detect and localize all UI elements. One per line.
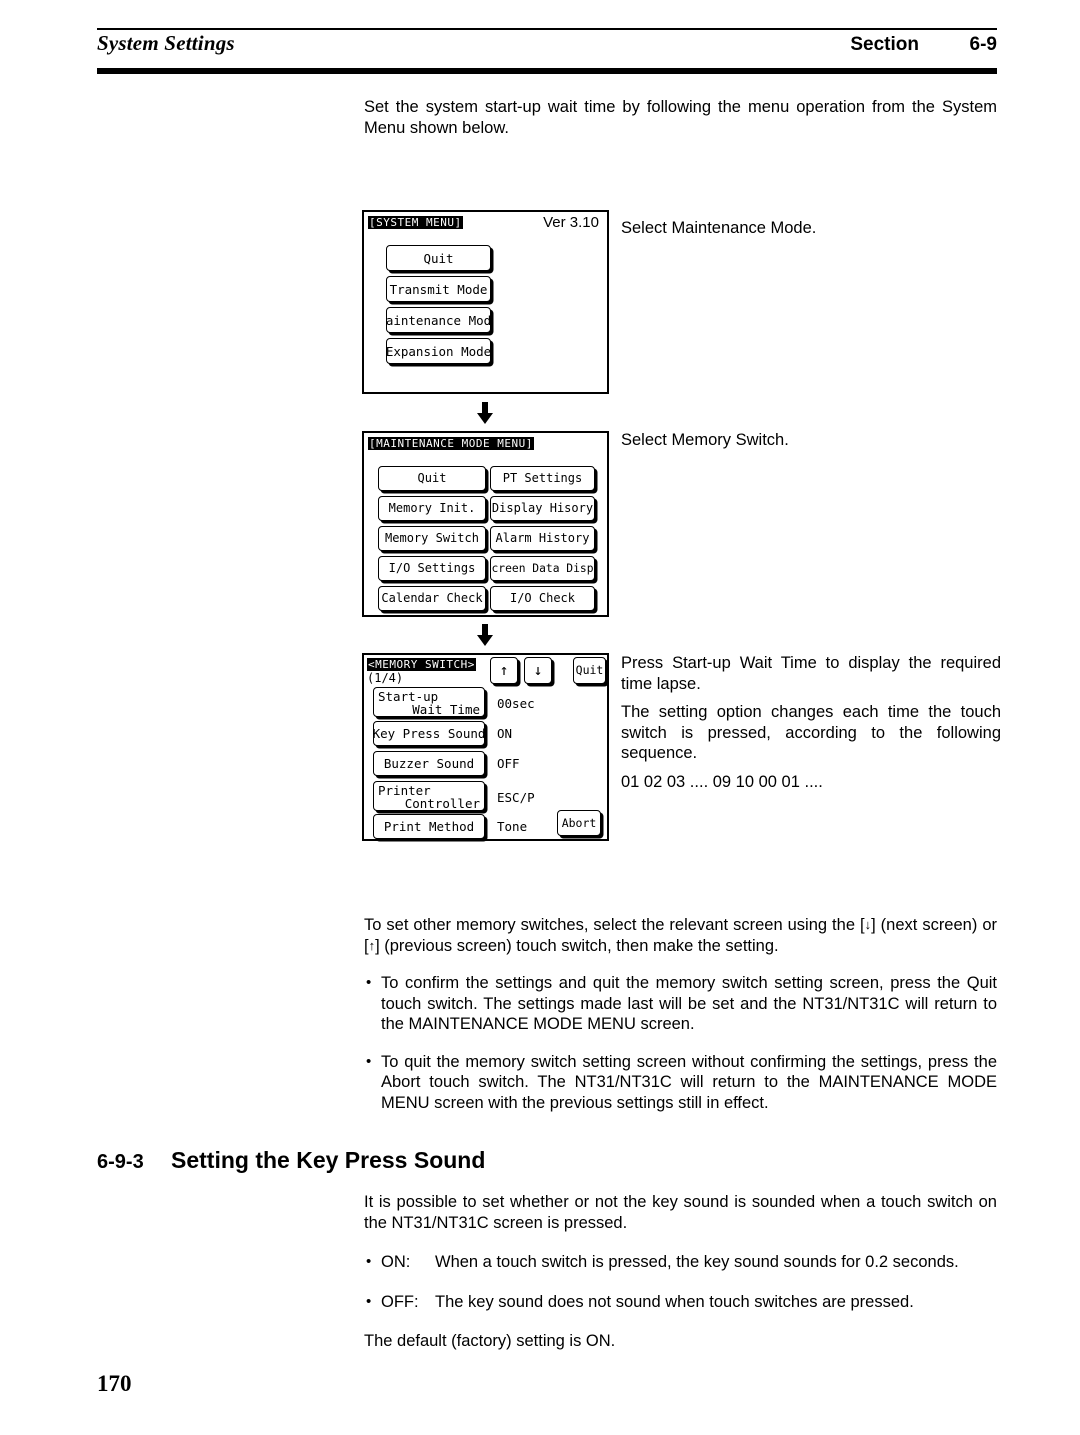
touch-button-expansion-mode[interactable]: Expansion Mode [386,338,491,364]
touch-button-label: Memory Init. [388,501,476,515]
section-heading-number: 6-9-3 [97,1151,144,1173]
touch-button-page-up[interactable]: ↑ [490,657,518,684]
touch-button-transmit-mode[interactable]: Transmit Mode [386,276,491,302]
lcd-screen-system-menu: [SYSTEM MENU] Ver 3.10 Quit Transmit Mod… [362,210,609,394]
definition-key: ON: [381,1253,411,1271]
definition-item-on: ON: When a touch switch is pressed, the … [364,1252,997,1273]
memory-switch-value-key-press-sound: ON [497,726,513,741]
memory-switch-value-print-method: Tone [497,819,528,834]
arrow-up-icon: ↑ [499,661,509,679]
touch-button-pt-settings[interactable]: PT Settings [490,466,595,491]
intro-paragraph: Set the system start-up wait time by fol… [364,98,997,137]
lcd-screen-maintenance-menu: [MAINTENANCE MODE MENU] Quit Memory Init… [362,431,609,617]
memory-switch-value-printer-controller: ESC/P [497,790,535,805]
touch-button-io-check[interactable]: I/O Check [490,586,595,611]
section-heading-title: Setting the Key Press Sound [171,1147,486,1173]
notes-paragraph-part-a: To set other memory switches, select the… [364,916,865,934]
touch-button-page-down[interactable]: ↓ [524,657,552,684]
touch-button-label: Screen Data Disp. [490,562,595,575]
page-number: 170 [97,1371,132,1396]
touch-button-start-up-wait-time[interactable]: Start-up Wait Time [373,687,485,717]
touch-button-label: Abort [561,815,597,830]
touch-button-quit[interactable]: Quit [573,657,606,684]
definition-item-off: OFF: The key sound does not sound when t… [364,1292,997,1313]
touch-button-key-press-sound[interactable]: Key Press Sound [373,721,485,746]
running-header: System Settings Section 6-9 [97,28,997,74]
touch-button-label: I/O Settings [388,561,476,575]
touch-button-printer-controller[interactable]: Printer Controller [373,781,485,811]
header-section-label: Section [850,34,919,55]
touch-button-io-settings[interactable]: I/O Settings [378,556,486,581]
touch-button-label: Display Hisory [491,501,594,515]
definition-text: When a touch switch is pressed, the key … [435,1253,959,1271]
step-3-caption-block: Press Start-up Wait Time to display the … [621,653,1001,800]
touch-button-display-history[interactable]: Display Hisory [490,496,595,521]
notes-block: To set other memory switches, select the… [364,915,997,1121]
touch-button-label: Transmit Mode [389,281,488,297]
arrow-down-icon: ↓ [533,661,543,679]
touch-button-memory-init[interactable]: Memory Init. [378,496,486,521]
step-1-caption-block: Select Maintenance Mode. [621,218,1001,247]
section-intro-paragraph: It is possible to set whether or not the… [364,1193,997,1232]
touch-button-label: Quit [417,471,447,485]
touch-button-calendar-check[interactable]: Calendar Check [378,586,486,611]
flow-arrow-down-2 [477,624,493,646]
memory-switch-title: <MEMORY SWITCH> [367,658,476,671]
memory-switch-page-indicator: (1/4) [367,671,404,685]
section-body: It is possible to set whether or not the… [364,1192,997,1360]
touch-button-quit[interactable]: Quit [378,466,486,491]
touch-button-label: Print Method [383,819,475,834]
touch-button-label: Quit [575,663,604,677]
system-menu-version: Ver 3.10 [543,214,599,231]
maintenance-menu-title: [MAINTENANCE MODE MENU] [368,437,534,450]
touch-button-abort[interactable]: Abort [557,810,601,836]
step-2-caption: Select Memory Switch. [621,431,789,449]
step-3-caption-line-2: The setting option changes each time the… [621,703,1001,762]
touch-button-label: Buzzer Sound [383,756,475,771]
document-page: System Settings Section 6-9 Set the syst… [0,0,1080,1435]
default-setting-note: The default (factory) setting is ON. [364,1332,616,1350]
step-1-caption: Select Maintenance Mode. [621,219,817,237]
touch-button-quit[interactable]: Quit [386,245,491,271]
section-heading: 6-9-3 Setting the Key Press Sound [97,1147,997,1174]
notes-paragraph: To set other memory switches, select the… [364,915,997,956]
touch-button-label: I/O Check [509,591,576,605]
step-3-caption-line-3: 01 02 03 .... 09 10 00 01 .... [621,772,823,791]
definition-key: OFF: [381,1292,419,1311]
memory-switch-value-buzzer-sound: OFF [497,756,520,771]
touch-button-label: Key Press Sound [373,726,485,741]
memory-switch-value-start-up-wait-time: 00sec [497,696,535,711]
system-menu-title: [SYSTEM MENU] [368,216,463,229]
header-rule-bottom [97,68,997,74]
touch-button-label: Memory Switch [385,531,479,545]
touch-button-maintenance-mode[interactable]: Maintenance Mode [386,307,491,333]
touch-button-label: Alarm History [495,531,590,545]
touch-button-buzzer-sound[interactable]: Buzzer Sound [373,751,485,776]
touch-button-label: Calendar Check [381,591,483,605]
touch-button-memory-switch[interactable]: Memory Switch [378,526,486,551]
step-2-caption-block: Select Memory Switch. [621,430,1001,459]
step-3-caption-line-1: Press Start-up Wait Time to display the … [621,654,1001,693]
touch-button-label: Maintenance Mode [386,312,491,328]
touch-button-label-line2: Wait Time [412,702,480,717]
header-section-number: 6-9 [969,34,997,55]
flow-arrow-down-1 [477,402,493,424]
intro-block: Set the system start-up wait time by fol… [364,97,997,146]
notes-paragraph-part-c: ] (previous screen) touch switch, then m… [375,936,779,955]
touch-button-alarm-history[interactable]: Alarm History [490,526,595,551]
notes-bullet-item: To quit the memory switch setting screen… [364,1052,997,1114]
touch-button-screen-data-disp[interactable]: Screen Data Disp. [490,556,595,581]
touch-button-print-method[interactable]: Print Method [373,814,485,839]
touch-button-label: Expansion Mode [386,343,491,359]
lcd-screen-memory-switch: <MEMORY SWITCH> (1/4) ↑ ↓ Quit Start-up … [362,653,609,841]
touch-button-label: Quit [423,250,454,266]
notes-bullet-item: To confirm the settings and quit the mem… [364,973,997,1035]
header-title: System Settings [97,31,235,55]
touch-button-label-line2: Controller [404,796,480,811]
definition-text: The key sound does not sound when touch … [435,1292,914,1311]
touch-button-label: PT Settings [502,471,583,485]
